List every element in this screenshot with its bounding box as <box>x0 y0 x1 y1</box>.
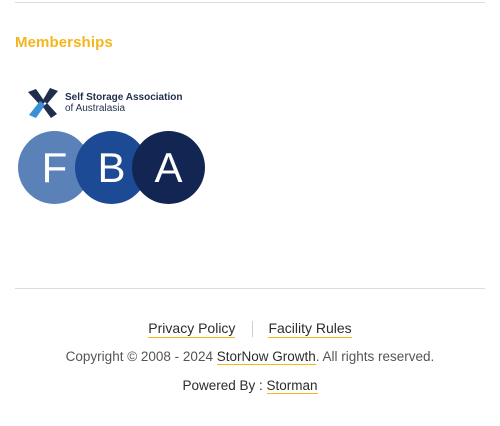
ssaa-line1: Self Storage Association <box>65 92 183 103</box>
copyright-prefix: Copyright © 2008 - 2024 <box>65 349 213 364</box>
powered-by: Powered By : Storman <box>0 378 500 394</box>
footer-divider <box>15 288 485 289</box>
powered-by-prefix: Powered By : <box>182 378 263 393</box>
copyright-text: Copyright © 2008 - 2024 StorNow Growth. … <box>0 349 500 365</box>
top-divider <box>15 2 485 3</box>
fba-circle-a: A <box>132 131 205 204</box>
stornow-growth-link[interactable]: StorNow Growth <box>216 349 316 365</box>
ssaa-line2: of Australasia <box>65 103 126 114</box>
copyright-suffix: . All rights reserved. <box>315 349 435 364</box>
privacy-policy-link[interactable]: Privacy Policy <box>148 320 236 338</box>
page: Memberships Self Storage Association of … <box>0 0 500 426</box>
fba-logo: F B A <box>18 131 208 206</box>
facility-rules-link[interactable]: Facility Rules <box>268 320 352 338</box>
storman-link[interactable]: Storman <box>266 378 318 394</box>
link-separator <box>252 321 254 337</box>
footer-links: Privacy Policy Facility Rules <box>0 320 500 338</box>
ssaa-x-icon <box>28 88 58 118</box>
memberships-heading: Memberships <box>15 34 113 51</box>
ssaa-wordmark: Self Storage Association of Australasia <box>65 92 182 114</box>
ssaa-logo: Self Storage Association of Australasia <box>26 86 182 120</box>
